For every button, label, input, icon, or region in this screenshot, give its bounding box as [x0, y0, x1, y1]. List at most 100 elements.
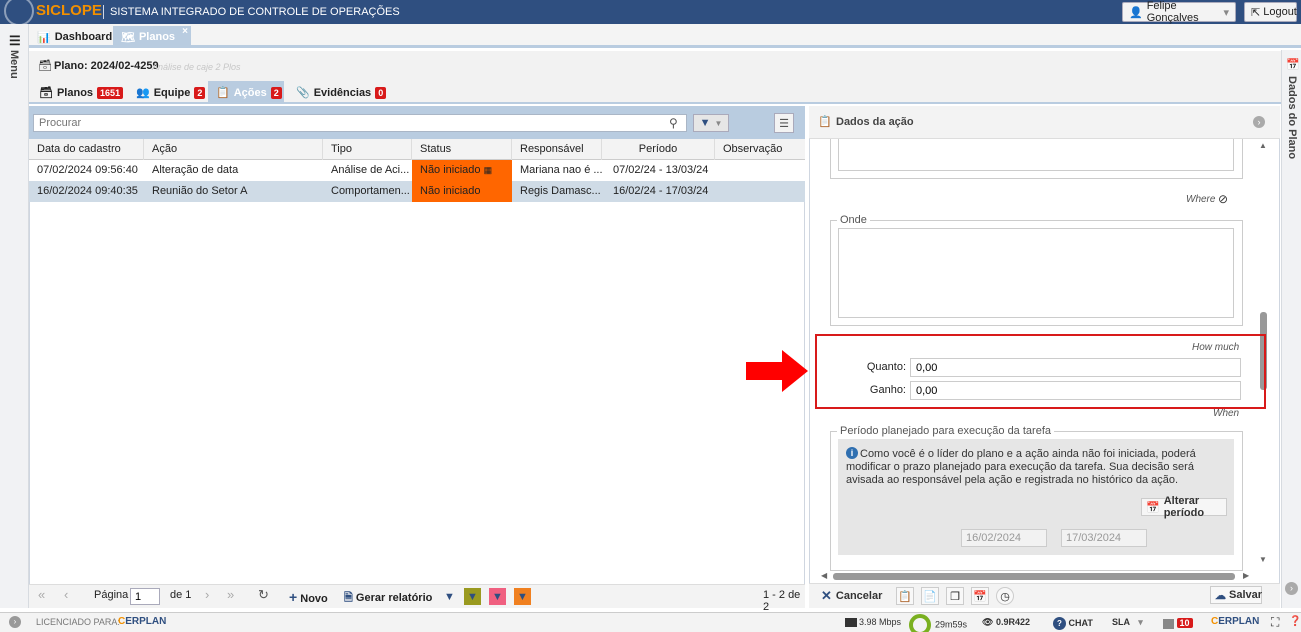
- expand-left-icon[interactable]: ›: [9, 616, 21, 628]
- duplicate-icon[interactable]: ❐: [946, 587, 964, 605]
- onde-textarea[interactable]: [838, 228, 1234, 318]
- next-page-icon[interactable]: ›: [205, 587, 209, 602]
- count-badge: 2: [194, 86, 206, 99]
- new-label: Novo: [300, 593, 328, 605]
- table-row[interactable]: 16/02/2024 09:40:35 Reunião do Setor A C…: [29, 181, 805, 202]
- cell-data: 07/02/2024 09:56:40: [37, 164, 138, 176]
- grid-header: Data do cadastro Ação Tipo Status Respon…: [29, 139, 805, 160]
- thumbs-down-icon[interactable]: ▼: [441, 588, 458, 605]
- thumbs-down-orange-icon[interactable]: ▼: [514, 588, 531, 605]
- speed-indicator: 3.98 Mbps: [845, 617, 902, 628]
- cloud-upload-icon: ☁: [1215, 589, 1226, 602]
- column-header-observacao[interactable]: Observação: [715, 139, 805, 160]
- paste-icon[interactable]: 📄: [921, 587, 939, 605]
- period-end-field[interactable]: [1061, 529, 1147, 547]
- report-button[interactable]: 🗎 Gerar relatório: [344, 589, 432, 608]
- cell-status: Não iniciado ▦: [412, 160, 512, 181]
- scroll-up-icon[interactable]: ▲: [1259, 141, 1267, 150]
- cell-observacao: [715, 160, 805, 181]
- first-page-icon[interactable]: «: [38, 587, 45, 602]
- refresh-icon[interactable]: ↻: [258, 587, 269, 603]
- column-header-periodo[interactable]: Período: [602, 139, 715, 160]
- user-menu-button[interactable]: 👤 Felipe Gonçalves ▾: [1122, 0, 1236, 24]
- left-menu-rail[interactable]: ☰ Menu: [0, 24, 29, 608]
- calendar-edit-icon[interactable]: 📅: [971, 587, 989, 605]
- info-message: Como você é o líder do plano e a ação ai…: [846, 448, 1196, 486]
- subtab-equipe[interactable]: 👥 Equipe 2: [128, 81, 213, 104]
- feedback-filter-dropdown[interactable]: ▼ ▼: [693, 114, 729, 132]
- change-period-button[interactable]: 📅 Alterar período: [1141, 495, 1227, 519]
- history-icon[interactable]: ◷: [996, 587, 1014, 605]
- scroll-down-icon[interactable]: ▼: [1259, 555, 1267, 564]
- grid-pager: « ‹ Página de 1 › » ↻ + Novo 🗎 Gerar rel…: [29, 584, 805, 613]
- clipboard-icon: 📋: [818, 116, 832, 128]
- cell-acao: Reunião do Setor A: [152, 185, 248, 197]
- tab-dashboard[interactable]: 📊 Dashboard: [29, 26, 120, 48]
- where-hint: Where: [1186, 194, 1216, 205]
- period-start-field[interactable]: [961, 529, 1047, 547]
- right-rail-label[interactable]: Dados do Plano: [1286, 76, 1298, 159]
- column-header-responsavel[interactable]: Responsável: [512, 139, 602, 160]
- table-row[interactable]: 07/02/2024 09:56:40 Alteração de data An…: [29, 160, 805, 181]
- column-header-tipo[interactable]: Tipo: [323, 139, 412, 160]
- change-period-label: Alterar período: [1163, 495, 1205, 519]
- subtab-label: Ações: [233, 86, 267, 99]
- thumbs-down-olive-icon[interactable]: ▼: [464, 588, 481, 605]
- last-page-icon[interactable]: »: [227, 587, 234, 602]
- plan-subtitle: Análise de caje 2 Plos: [152, 62, 241, 72]
- map-icon: 🗺: [121, 31, 135, 44]
- highlight-box: [815, 334, 1266, 409]
- new-button[interactable]: + Novo: [289, 589, 328, 605]
- collapse-panel-icon[interactable]: ›: [1253, 116, 1265, 128]
- logout-icon: ⇱: [1251, 6, 1261, 19]
- help-icon[interactable]: ❓: [1289, 616, 1301, 627]
- copy-icon[interactable]: 📋: [896, 587, 914, 605]
- plan-subtabs: 🗃 Planos 1651 👥 Equipe 2 📋 Ações 2 📎 Evi…: [29, 81, 1281, 104]
- cell-observacao: [715, 181, 805, 202]
- cell-acao: Alteração de data: [152, 164, 239, 176]
- subtab-planos[interactable]: 🗃 Planos 1651: [31, 81, 131, 104]
- status-text: Não iniciado: [420, 164, 481, 176]
- chat-icon: ?: [1053, 617, 1066, 630]
- cancel-button[interactable]: ✕ Cancelar: [821, 587, 882, 605]
- hamburger-icon[interactable]: ☰: [9, 33, 21, 49]
- brand-logo-right: CERPLAN: [1211, 616, 1260, 627]
- close-tab-icon[interactable]: ×: [182, 26, 188, 37]
- column-header-status[interactable]: Status: [412, 139, 512, 160]
- cell-tipo: Comportamen...: [331, 185, 410, 197]
- column-header-acao[interactable]: Ação: [144, 139, 323, 160]
- columns-menu-button[interactable]: ☰: [774, 113, 794, 133]
- search-icon[interactable]: ⚲: [669, 116, 678, 130]
- scroll-right-icon[interactable]: ▶: [1243, 571, 1249, 580]
- user-icon: 👤: [1129, 6, 1143, 19]
- expand-icon[interactable]: ›: [1285, 582, 1298, 595]
- speed-text: 3.98 Mbps: [859, 617, 902, 627]
- user-name: Felipe Gonçalves: [1146, 0, 1199, 24]
- thumbs-down-pink-icon[interactable]: ▼: [489, 588, 506, 605]
- subtab-acoes[interactable]: 📋 Ações 2: [208, 81, 284, 104]
- tab-planos[interactable]: 🗺 Planos ×: [113, 26, 191, 48]
- version-info: 👁 0.9R422: [982, 617, 1030, 627]
- chat-button[interactable]: ? CHAT: [1053, 617, 1093, 630]
- brand-text: ERPLAN: [125, 616, 167, 627]
- sla-label: SLA: [1112, 617, 1130, 627]
- prev-page-icon[interactable]: ‹: [64, 587, 68, 602]
- subtab-evidencias[interactable]: 📎 Evidências 0: [288, 81, 394, 104]
- sla-dropdown[interactable]: SLA ▾: [1112, 617, 1143, 628]
- column-header-data[interactable]: Data do cadastro: [29, 139, 144, 160]
- right-data-rail[interactable]: 📅 Dados do Plano ›: [1281, 50, 1301, 608]
- page-number-input[interactable]: [130, 588, 160, 605]
- fullscreen-icon[interactable]: ⛶: [1271, 615, 1279, 630]
- logout-button[interactable]: ⇱ Logout: [1244, 2, 1297, 22]
- alerts-indicator[interactable]: 10: [1163, 617, 1193, 629]
- search-input[interactable]: [33, 114, 687, 132]
- system-title: SISTEMA INTEGRADO DE CONTROLE DE OPERAÇÕ…: [110, 6, 400, 18]
- menu-label[interactable]: Menu: [8, 50, 20, 79]
- block-icon[interactable]: ⊘: [1218, 192, 1228, 206]
- scroll-left-icon[interactable]: ◀: [821, 571, 827, 580]
- horizontal-scrollbar-thumb[interactable]: [833, 573, 1235, 580]
- plan-title: Plano: 2024/02-4259: [54, 60, 159, 72]
- count-badge: 2: [270, 86, 282, 99]
- app-logo: SICLOPE: [36, 2, 102, 19]
- save-button[interactable]: ☁ Salvar: [1210, 586, 1262, 604]
